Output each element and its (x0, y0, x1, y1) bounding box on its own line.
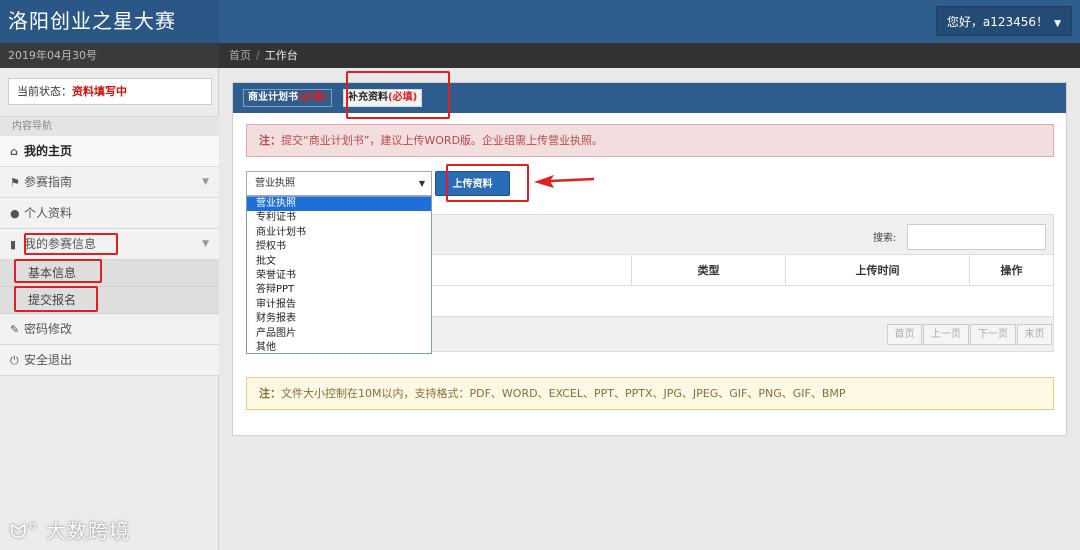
tab-business-plan[interactable]: 商业计划书(必填) (243, 89, 333, 107)
document-type-dropdown-list: 营业执照 专利证书 商业计划书 授权书 批文 荣誉证书 答辩PPT 审计报告 财… (246, 196, 432, 354)
sidebar-subitem-basic-info[interactable]: 基本信息 (0, 260, 219, 287)
notice-alert: 注：提交“商业计划书”，建议上传WORD版。企业组需上传营业执照。 (246, 124, 1054, 157)
user-menu-button[interactable]: 您好，a123456！ ▼ (935, 6, 1072, 36)
dropdown-option[interactable]: 商业计划书 (247, 226, 431, 240)
breadcrumb-separator: / (256, 49, 260, 62)
caret-down-icon: ▼ (1054, 19, 1061, 29)
wrench-icon: ✎ (10, 323, 20, 336)
dropdown-option[interactable]: 批文 (247, 255, 431, 269)
column-header-upload-time[interactable]: 上传时间 (785, 255, 969, 286)
status-box: 当前状态：资料填写中 (8, 78, 212, 105)
dropdown-option[interactable]: 产品图片 (247, 327, 431, 341)
sidebar-item-label: 我的参赛信息 (24, 237, 97, 251)
file-format-note: 注：文件大小控制在10M以内，支持格式：PDF、WORD、EXCEL、PPT、P… (246, 377, 1054, 410)
sidebar-subitem-submit-registration[interactable]: 提交报名 (0, 287, 219, 314)
column-header-type[interactable]: 类型 (631, 255, 785, 286)
dropdown-option[interactable]: 其他 (247, 341, 431, 355)
caret-down-icon: ▼ (418, 179, 425, 188)
pager-last-button[interactable]: 末页 (1017, 324, 1052, 345)
dropdown-option[interactable]: 荣誉证书 (247, 269, 431, 283)
chevron-down-icon: ▼ (202, 177, 209, 187)
status-value: 资料填写中 (72, 85, 127, 98)
sidebar-item-home[interactable]: ⌂ 我的主页 (0, 136, 219, 167)
pager-prev-button[interactable]: 上一页 (923, 324, 969, 345)
file-icon: ▮ (10, 238, 17, 251)
home-icon: ⌂ (10, 145, 18, 158)
breadcrumb-home-link[interactable]: 首页 (229, 49, 251, 62)
pager-next-button[interactable]: 下一页 (970, 324, 1016, 345)
required-marker: (必填) (298, 92, 328, 103)
upload-button[interactable]: 上传资料 (435, 171, 510, 196)
breadcrumb: 首页 / 工作台 (229, 43, 298, 68)
notice-prefix: 注： (259, 134, 281, 147)
dropdown-option[interactable]: 财务报表 (247, 312, 431, 326)
sidebar-item-guide[interactable]: ⚑ 参赛指南 ▼ (0, 167, 219, 198)
sidebar-item-label: 安全退出 (24, 353, 73, 367)
note-prefix: 注： (259, 387, 281, 400)
watermark-text: 大数跨境 (45, 519, 130, 543)
user-greeting: 您好，a123456！ (946, 15, 1049, 29)
dropdown-option[interactable]: 营业执照 (247, 197, 431, 212)
sidebar-item-label: 我的主页 (24, 144, 73, 158)
search-input[interactable] (907, 224, 1046, 250)
document-type-select[interactable]: 营业执照 ▼ (246, 171, 432, 196)
app-title: 洛阳创业之星大赛 (0, 0, 219, 43)
dropdown-option[interactable]: 答辩PPT (247, 283, 431, 297)
user-icon: ● (10, 207, 20, 220)
search-label: 搜索: (873, 233, 897, 244)
pointer-arrow-icon (534, 175, 595, 188)
tab-supplementary-materials[interactable]: 补充资料(必填) (343, 89, 423, 107)
watermark-logo: ᗢ° 大数跨境 (10, 519, 130, 543)
dropdown-option[interactable]: 授权书 (247, 240, 431, 254)
tab-bar: 商业计划书(必填) 补充资料(必填) (233, 83, 1066, 113)
dropdown-option[interactable]: 审计报告 (247, 298, 431, 312)
sidebar-item-profile[interactable]: ● 个人资料 (0, 198, 219, 229)
dropdown-option[interactable]: 专利证书 (247, 211, 431, 225)
chevron-down-icon: ▼ (202, 239, 209, 249)
tab-label: 商业计划书 (248, 92, 298, 103)
column-header-actions: 操作 (969, 255, 1053, 286)
breadcrumb-bar: 2019年04月30号 首页 / 工作台 (0, 43, 1080, 68)
sidebar-item-my-entry[interactable]: ▮ 我的参赛信息 ▼ (0, 229, 219, 260)
note-text: 文件大小控制在10M以内，支持格式：PDF、WORD、EXCEL、PPT、PPT… (281, 387, 846, 400)
status-label: 当前状态： (17, 85, 72, 98)
required-marker: (必填) (388, 92, 418, 103)
top-navbar: 洛阳创业之星大赛 您好，a123456！ ▼ (0, 0, 1080, 43)
select-value: 营业执照 (255, 178, 295, 189)
sidebar-item-password[interactable]: ✎ 密码修改 (0, 314, 219, 345)
sidebar-item-label: 密码修改 (24, 322, 73, 336)
notice-text: 提交“商业计划书”，建议上传WORD版。企业组需上传营业执照。 (281, 134, 604, 147)
pager-first-button[interactable]: 首页 (887, 324, 922, 345)
breadcrumb-current: 工作台 (264, 49, 298, 62)
sidebar-item-logout[interactable]: ⏻ 安全退出 (0, 345, 219, 376)
current-date: 2019年04月30号 (0, 43, 219, 68)
nav-section-title: 内容导航 (0, 116, 219, 136)
sidebar: 当前状态：资料填写中 内容导航 ⌂ 我的主页 ⚑ 参赛指南 ▼ ● 个人资料 ▮ 我的参赛… (0, 68, 219, 550)
power-icon: ⏻ (10, 354, 19, 367)
sidebar-item-label: 参赛指南 (24, 175, 73, 189)
flag-icon: ⚑ (10, 176, 20, 189)
tab-label: 补充资料 (348, 92, 388, 103)
sidebar-item-label: 个人资料 (24, 206, 73, 220)
